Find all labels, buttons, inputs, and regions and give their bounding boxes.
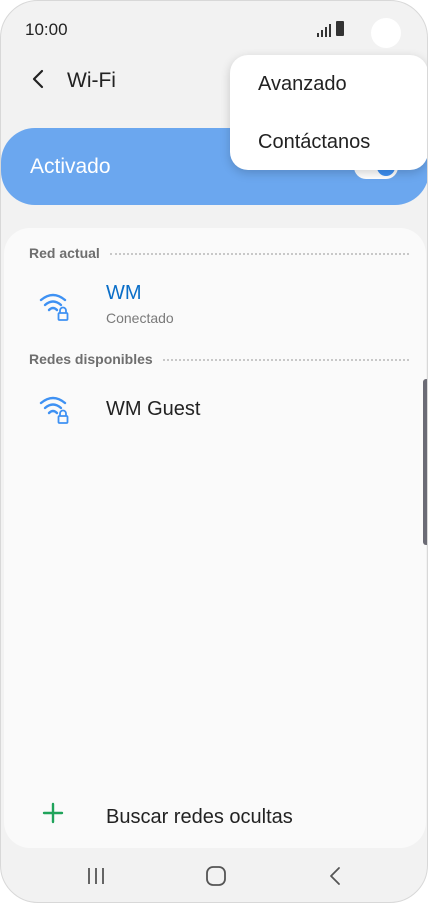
network-name: WM Guest [106,398,201,420]
overflow-menu: Avanzado Contáctanos [230,55,427,170]
section-current: Red actual [29,242,409,264]
home-icon[interactable] [202,864,230,888]
section-available-label: Redes disponibles [29,351,153,367]
scrollbar-thumb[interactable] [423,379,427,545]
menu-item-contact[interactable]: Contáctanos [258,131,370,154]
network-list: Red actual WM Conectado Redes disponible… [4,228,426,848]
section-divider [109,253,409,255]
section-available: Redes disponibles [29,348,409,370]
phone-screen: 10:00 Wi-Fi Activado Red actual WM Conec… [0,0,428,903]
wifi-lock-icon [39,396,69,424]
page-title: Wi-Fi [67,69,116,92]
search-hidden-networks-label: Buscar redes ocultas [106,806,293,828]
signal-icon [317,24,331,37]
back-arrow-icon[interactable] [27,67,51,91]
system-navigation-bar [1,850,427,902]
back-icon[interactable] [322,864,350,888]
menu-item-advanced[interactable]: Avanzado [258,73,347,96]
master-switch-label: Activado [30,155,111,178]
network-status: Conectado [106,310,174,326]
battery-icon [336,21,344,36]
status-time: 10:00 [25,20,68,39]
status-bar: 10:00 [1,1,427,59]
recents-icon[interactable] [82,864,110,888]
network-item-available[interactable]: WM Guest [4,386,426,440]
plus-icon [42,802,64,824]
wifi-lock-icon [39,293,69,321]
section-divider [162,359,409,361]
search-hidden-networks-button[interactable]: Buscar redes ocultas [4,796,426,840]
network-item-current[interactable]: WM Conectado [4,278,426,332]
section-current-label: Red actual [29,245,100,261]
network-name: WM [106,282,142,304]
camera-cutout [371,18,401,48]
